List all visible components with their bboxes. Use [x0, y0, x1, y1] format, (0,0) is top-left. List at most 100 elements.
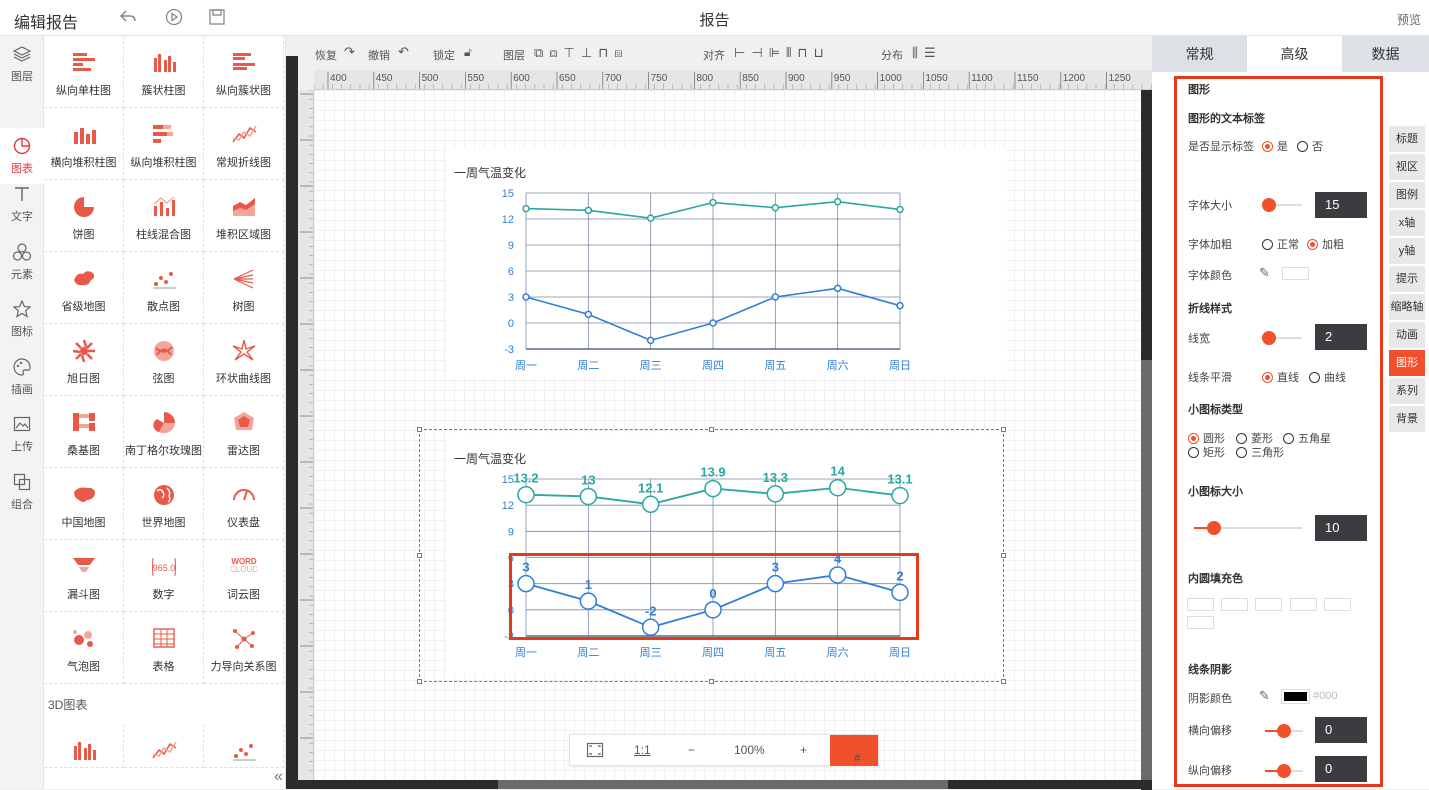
side-tab[interactable]: y轴 — [1389, 238, 1425, 264]
resize-handle[interactable] — [417, 679, 422, 684]
gallery-item[interactable]: 气泡图 — [44, 612, 124, 684]
slider-knob[interactable] — [1277, 764, 1291, 778]
gallery-item[interactable]: 纵向堆积柱图 — [124, 108, 204, 180]
fill-color-swatch[interactable] — [1324, 598, 1351, 611]
fill-color-swatch[interactable] — [1221, 598, 1248, 611]
offset-y-input[interactable]: 0 — [1315, 756, 1367, 782]
resize-handle[interactable] — [417, 553, 422, 558]
gallery-item[interactable]: 树图 — [204, 252, 284, 324]
gallery-item[interactable]: 常规折线图 — [204, 108, 284, 180]
resize-handle[interactable] — [1001, 679, 1006, 684]
offset-x-slider[interactable] — [1265, 724, 1303, 738]
fill-color-swatch[interactable] — [1187, 598, 1214, 611]
layer-order-icons[interactable]: ⧉⧈⊤⊥⊓⧇ — [534, 45, 629, 61]
gallery-item[interactable]: 堆积区域图 — [204, 180, 284, 252]
symbol-size-input[interactable]: 10 — [1315, 515, 1367, 541]
gallery-item[interactable]: 散点图 — [124, 252, 204, 324]
line-width-input[interactable]: 2 — [1315, 324, 1367, 350]
radio-circle[interactable] — [1188, 433, 1199, 444]
side-tab[interactable]: 图例 — [1389, 182, 1425, 208]
back-icon[interactable] — [118, 8, 138, 28]
gallery-item[interactable]: 弦图 — [124, 324, 204, 396]
redo-icon[interactable]: ↷ — [344, 44, 355, 60]
gallery-item[interactable]: 力导向关系图 — [204, 612, 284, 684]
side-tab[interactable]: 缩略轴 — [1389, 294, 1425, 320]
gallery-item[interactable]: 纵向单柱图 — [44, 36, 124, 108]
radio-curve[interactable] — [1309, 372, 1320, 383]
gallery-item[interactable]: 饼图 — [44, 180, 124, 252]
slider-knob[interactable] — [1207, 521, 1221, 535]
redo-button[interactable]: 恢复 — [315, 47, 337, 63]
undo-icon[interactable]: ↶ — [398, 44, 409, 60]
fill-color-swatch[interactable] — [1187, 616, 1214, 629]
gallery-item[interactable]: 仪表盘 — [204, 468, 284, 540]
slider-knob[interactable] — [1262, 198, 1276, 212]
nav-icons[interactable]: 图标 — [0, 291, 44, 347]
side-tab[interactable]: x轴 — [1389, 210, 1425, 236]
gallery-item[interactable]: 柱线混合图 — [124, 180, 204, 252]
gallery-item[interactable]: 横向堆积柱图 — [44, 108, 124, 180]
chart-1[interactable]: 一周气温变化 15 12 9 6 3 0 -3 周一 周二 周三 周四 周五 周六 周日 — [446, 148, 1006, 378]
radio-triangle[interactable] — [1236, 447, 1247, 458]
lock-button[interactable]: 锁定 — [433, 47, 455, 63]
smooth-curve[interactable]: 曲线 — [1309, 369, 1346, 385]
zoom-out-button[interactable]: − — [688, 743, 695, 757]
radio-straight[interactable] — [1262, 372, 1273, 383]
nav-text[interactable]: 文字 — [0, 176, 44, 232]
fill-color-swatch[interactable] — [1255, 598, 1282, 611]
resize-handle[interactable] — [1001, 427, 1006, 432]
fit-screen-icon[interactable] — [586, 741, 604, 762]
resize-handle[interactable] — [709, 679, 714, 684]
resize-handle[interactable] — [1001, 553, 1006, 558]
gallery-item[interactable]: 簇状柱图 — [124, 36, 204, 108]
offset-x-input[interactable]: 0 — [1315, 717, 1367, 743]
show-label-yes[interactable]: 是 — [1262, 138, 1288, 154]
font-size-input[interactable]: 15 — [1315, 192, 1367, 218]
side-tab[interactable]: 动画 — [1389, 322, 1425, 348]
tab-advanced[interactable]: 高级 — [1247, 36, 1342, 72]
save-icon[interactable] — [207, 8, 227, 28]
gallery-item[interactable]: 南丁格尔玫瑰图 — [124, 396, 204, 468]
eyedropper-icon[interactable]: ✎ — [1259, 688, 1270, 704]
line-width-slider[interactable] — [1262, 331, 1302, 345]
tab-data[interactable]: 数据 — [1342, 36, 1429, 72]
eyedropper-icon[interactable]: ✎ — [1259, 265, 1270, 281]
slider-knob[interactable] — [1262, 331, 1276, 345]
radio-diamond[interactable] — [1236, 433, 1247, 444]
side-tab[interactable]: 视区 — [1389, 154, 1425, 180]
font-weight-normal[interactable]: 正常 — [1262, 236, 1299, 252]
side-tab[interactable]: 图形 — [1389, 350, 1425, 376]
font-size-slider[interactable] — [1262, 198, 1302, 212]
gallery-item[interactable]: 漏斗图 — [44, 540, 124, 612]
side-tab[interactable]: 背景 — [1389, 406, 1425, 432]
side-tab[interactable]: 提示 — [1389, 266, 1425, 292]
radio-yes[interactable] — [1262, 141, 1273, 152]
font-weight-bold[interactable]: 加粗 — [1307, 236, 1344, 252]
side-tab[interactable]: 系列 — [1389, 378, 1425, 404]
resize-handle[interactable] — [417, 427, 422, 432]
gallery-item[interactable]: 旭日图 — [44, 324, 124, 396]
gallery-item[interactable]: 中国地图 — [44, 468, 124, 540]
nav-upload[interactable]: 上传 — [0, 406, 44, 462]
nav-illustrations[interactable]: 插画 — [0, 349, 44, 405]
radio-rect[interactable] — [1188, 447, 1199, 458]
radio-normal[interactable] — [1262, 239, 1273, 250]
radio-star[interactable] — [1283, 433, 1294, 444]
side-tab[interactable]: 标题 — [1389, 126, 1425, 152]
grid-toggle-button[interactable]: # — [830, 735, 878, 766]
distribute-icons[interactable]: ⫼☰ — [912, 45, 942, 61]
gallery-item[interactable]: 表格 — [124, 612, 204, 684]
gallery-item[interactable]: 雷达图 — [204, 396, 284, 468]
resize-handle[interactable] — [709, 427, 714, 432]
symbol-star[interactable]: 五角星 — [1283, 430, 1331, 446]
preview-button[interactable]: 预览 — [1397, 11, 1421, 28]
symbol-size-slider[interactable] — [1194, 521, 1302, 535]
gallery-item[interactable]: 环状曲线图 — [204, 324, 284, 396]
lock-icon[interactable]: 🔓︎ — [464, 45, 472, 60]
nav-combine[interactable]: 组合 — [0, 464, 44, 520]
show-label-no[interactable]: 否 — [1297, 138, 1323, 154]
gallery-item[interactable]: 纵向簇状图 — [204, 36, 284, 108]
zoom-in-button[interactable]: + — [800, 743, 807, 757]
radio-no[interactable] — [1297, 141, 1308, 152]
undo-button[interactable]: 撤销 — [368, 47, 390, 63]
